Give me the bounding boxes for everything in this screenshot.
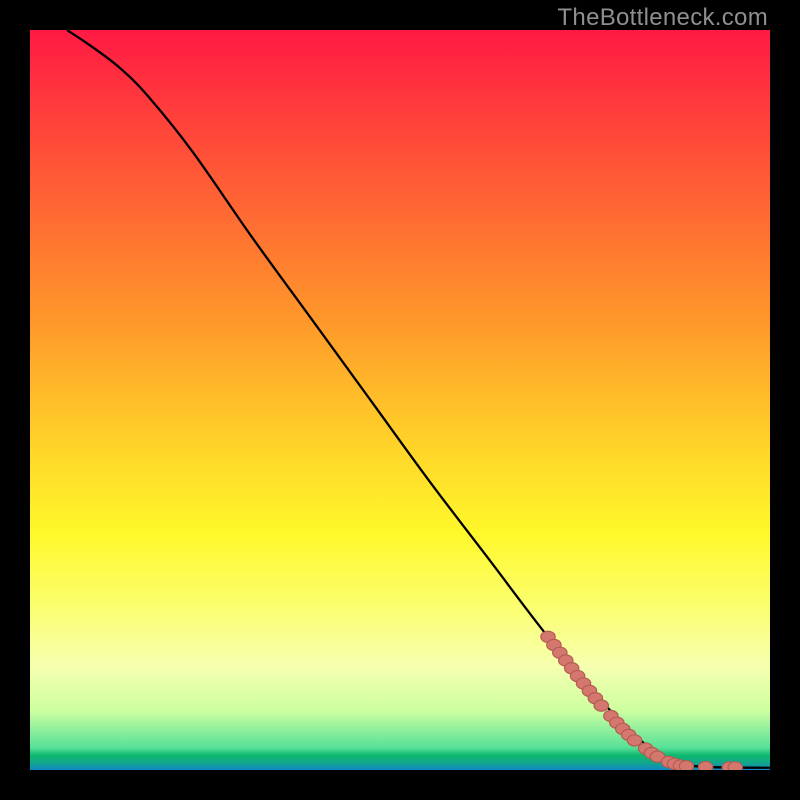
data-dot bbox=[728, 762, 742, 770]
chart-svg bbox=[30, 30, 770, 770]
data-dot bbox=[627, 735, 641, 746]
chart-stage: TheBottleneck.com bbox=[0, 0, 800, 800]
watermark-text: TheBottleneck.com bbox=[557, 4, 768, 32]
curve-line bbox=[67, 30, 770, 768]
data-dot bbox=[594, 700, 608, 711]
data-dot bbox=[679, 761, 693, 770]
data-dots bbox=[541, 631, 743, 770]
data-dot bbox=[698, 761, 712, 770]
plot-area bbox=[30, 30, 770, 770]
